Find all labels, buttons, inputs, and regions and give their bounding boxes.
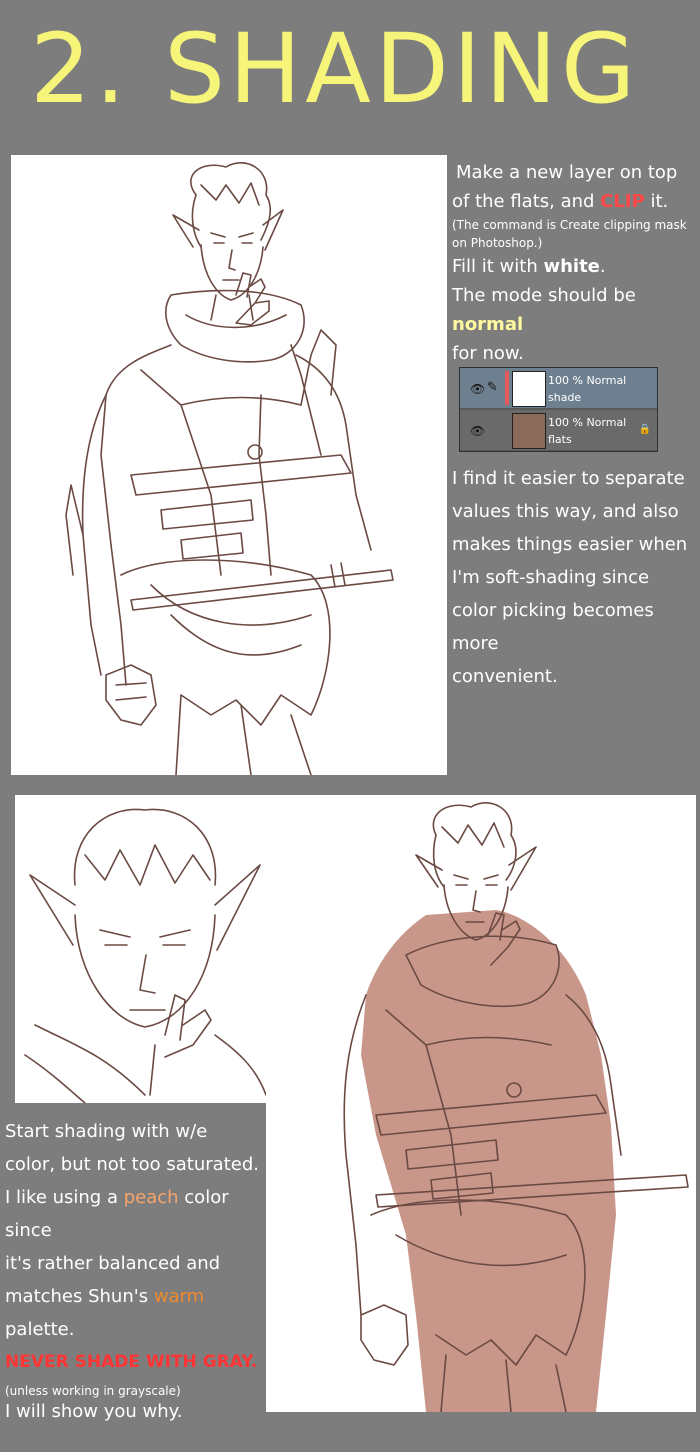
eye-icon[interactable]: 👁: [470, 424, 485, 438]
para2-line: convenient.: [452, 666, 558, 687]
normal-highlight: normal: [452, 314, 524, 335]
layer-name: flats: [548, 433, 572, 446]
fill-post: .: [599, 256, 606, 277]
shaded-figure-illustration: [266, 795, 696, 1412]
fill-line: Fill it with white.: [452, 252, 698, 281]
para3-line-5-pre: matches Shun's: [5, 1286, 154, 1307]
layer-row-shade[interactable]: 👁 ✎ 100 % Normal shade: [460, 368, 657, 408]
para2-line: I'm soft-shading since: [452, 567, 650, 588]
layer-row-flats[interactable]: 👁 100 % Normal flats 🔒: [460, 410, 657, 450]
shaded-figure: [343, 802, 689, 1412]
fill-pre: Fill it with: [452, 256, 544, 277]
peach-highlight: peach: [123, 1187, 179, 1208]
page-title: 2. SHADING: [30, 13, 640, 125]
layer-info-shade: 100 % Normal shade: [548, 372, 626, 406]
mode-pre: The mode should be: [452, 285, 636, 306]
lineart-figure: [65, 162, 394, 775]
clip-highlight: CLIP: [600, 191, 645, 212]
para2-line: values this way, and also: [452, 501, 679, 522]
para3-line-3: I like using a peach color since: [5, 1181, 267, 1247]
para3-line-4: it's rather balanced and: [5, 1253, 221, 1274]
eye-icon[interactable]: 👁: [470, 382, 485, 396]
para3-line-6: palette.: [5, 1319, 75, 1340]
layer-thumbnail-shade: [512, 371, 546, 407]
layer-opacity-mode: 100 % Normal: [548, 416, 627, 429]
layer-info-flats: 100 % Normal flats: [548, 414, 626, 448]
intro-text: Make a new layer on top of the flats, an…: [452, 158, 698, 368]
para2-line: color picking becomes more: [452, 600, 654, 654]
para3-line-5: matches Shun's warm: [5, 1280, 267, 1313]
layer-name: shade: [548, 391, 582, 404]
layer-opacity-mode: 100 % Normal: [548, 374, 627, 387]
lock-icon: 🔒: [638, 424, 651, 435]
brush-icon: ✎: [487, 380, 498, 395]
mode-line: The mode should be normal: [452, 281, 698, 339]
intro-line-2: of the flats, and CLIP it.: [452, 187, 698, 216]
para3-line-3-pre: I like using a: [5, 1187, 124, 1208]
start-shading-text: Start shading with w/e color, but not to…: [5, 1115, 267, 1346]
face-closeup-illustration: [15, 795, 266, 1103]
para2-line: makes things easier when: [452, 534, 688, 555]
para2-line: I find it easier to separate: [452, 468, 685, 489]
para3-line-2: color, but not too saturated.: [5, 1154, 259, 1175]
warm-highlight: warm: [153, 1286, 205, 1307]
face-closeup-figure: [24, 808, 266, 1103]
never-shade-gray: NEVER SHADE WITH GRAY.: [5, 1352, 258, 1372]
photoshop-note-1: (The command is Create clipping mask: [452, 218, 687, 232]
lineart-illustration: [11, 155, 447, 775]
intro-line-2-pre: of the flats, and: [452, 191, 601, 212]
intro-line-2-post: it.: [644, 191, 669, 212]
white-highlight: white: [543, 256, 600, 277]
photoshop-note-2: on Photoshop.): [452, 236, 543, 250]
grayscale-note: (unless working in grayscale): [5, 1384, 181, 1398]
mode-post: for now.: [452, 343, 524, 364]
layers-panel: 👁 ✎ 100 % Normal shade 👁 100 % Normal fl…: [459, 367, 658, 452]
intro-line-1: Make a new layer on top: [456, 162, 678, 183]
warning-text: NEVER SHADE WITH GRAY. (unless working i…: [5, 1350, 267, 1424]
separate-values-text: I find it easier to separate values this…: [452, 462, 698, 693]
para3-line-1: Start shading with w/e: [5, 1121, 208, 1142]
show-why: I will show you why.: [5, 1401, 183, 1422]
layer-thumbnail-flats: [512, 413, 546, 449]
clip-indicator: [505, 371, 509, 405]
